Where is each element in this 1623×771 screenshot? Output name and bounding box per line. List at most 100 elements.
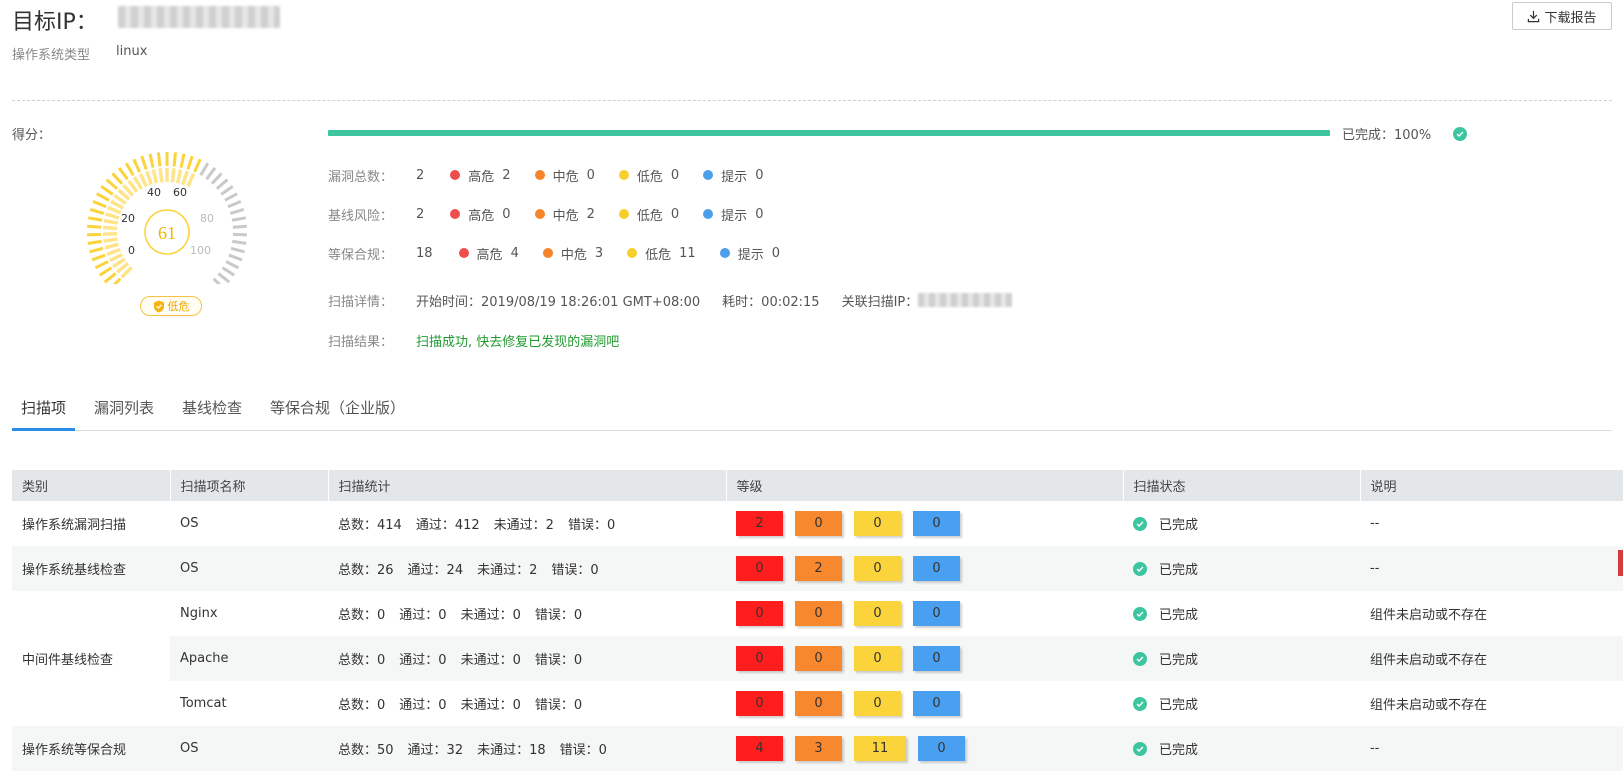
stat-value: 错误：0 [567,518,616,533]
cell-scan-status: 已完成 [1123,591,1360,636]
level-high-box: 0 [736,601,783,626]
cell-note: 组件未启动或不存在 [1370,698,1488,713]
baseline-risk-value: 2 [416,206,425,222]
shield-icon [153,300,164,312]
table-row: Tomcat 总数：0 通过：0 未通过：0 错误：0 0 0 0 0 已完成 组件未启动或不存在 [12,681,1623,726]
gauge-tick-mark [221,266,236,277]
col-scan-status: 扫描状态 [1123,470,1361,501]
scan-detail-label: 扫描详情： [328,294,394,310]
stat-value: 未通过：2 [493,518,554,533]
gauge-tick-mark [227,199,242,209]
vuln-low: 低危 0 [618,166,679,185]
gauge-tick-mark [229,208,245,215]
stat-value: 总数：0 [338,653,386,668]
os-type-label: 操作系统类型 [12,48,91,63]
progress-status: 已完成：100% [1342,124,1468,143]
cell-note: -- [1360,546,1623,591]
gauge-tick-mark [210,172,223,185]
level-low-box: 0 [854,556,901,581]
tab-compliance[interactable]: 等保合规（企业版） [261,396,414,428]
vuln-total-row: 漏洞总数： 2 高危 2 中危 0 低危 0 提示 0 [328,165,787,185]
score-value: 61 [158,223,176,243]
gauge-band-mark [215,242,230,250]
table-row: 操作系统等保合规 OS 总数：50 通过：32 未通过：18 错误：0 4 3 11 0 已完成 -- [12,726,1623,771]
scan-start-time: 开始时间：2019/08/19 18:26:01 GMT+08:00 [416,294,701,310]
gauge-tick-mark [215,178,229,190]
level-mid-box: 0 [795,511,842,536]
stat-value: 错误：0 [534,653,583,668]
gauge-tick-mark [132,158,141,173]
baseline-risk-row: 基线风险： 2 高危 0 中危 2 低危 0 提示 0 [328,204,787,224]
gauge-band-mark [216,237,231,243]
gauge-tick-mark [105,178,119,190]
compliance-row: 等保合规： 18 高危 4 中危 3 低危 11 提示 0 [328,243,804,263]
level-info-box: 0 [913,691,960,716]
gauge-tick-mark [87,239,102,245]
scan-result-text: 扫描成功, 快去修复已发现的漏洞吧 [416,334,620,350]
vuln-total-label: 漏洞总数： [328,169,394,185]
gauge-tick-60: 60 [173,186,187,199]
scan-progress-bar [328,130,1330,136]
tab-vuln-list[interactable]: 漏洞列表 [85,396,163,428]
gauge-tick-mark [92,199,107,209]
gauge-tick-mark [98,266,113,277]
cell-note: 组件未启动或不存在 [1360,636,1623,681]
col-level: 等级 [726,470,1124,501]
tab-baseline-check[interactable]: 基线检查 [173,396,251,428]
gauge-band-mark [104,242,119,250]
related-scan-ip-label: 关联扫描IP： [841,294,919,310]
compliance-label: 等保合规： [328,247,394,263]
report-tabs: 扫描项 漏洞列表 基线检查 等保合规（企业版） [12,396,1612,431]
stat-value: 通过：24 [407,563,464,578]
cell-scan-status: 已完成 [1123,726,1360,771]
level-high-box: 0 [736,646,783,671]
cell-scan-stats: 总数：26 通过：24 未通过：2 错误：0 [328,546,726,591]
table-row: 操作系统基线检查 OS 总数：26 通过：24 未通过：2 错误：0 0 2 0 0 已完成 -- [12,546,1623,591]
table-row: 中间件基线检查 Nginx 总数：0 通过：0 未通过：0 错误：0 0 0 0 0 已完成 组件未启… [12,591,1623,726]
gauge-tick-20: 20 [121,212,135,225]
gauge-band-mark [213,247,228,257]
gauge-tick-0: 0 [128,244,135,257]
download-report-button[interactable]: 下载报告 [1512,2,1612,30]
compliance-value: 18 [416,245,433,261]
gauge-tick-mark [232,224,247,229]
stat-value: 通过：412 [415,518,480,533]
gauge-tick-mark [88,216,103,222]
cell-scan-status: 已完成 [1123,501,1360,546]
scan-status-label: 已完成 [1159,698,1199,713]
col-scan-stats: 扫描统计 [328,470,727,501]
gauge-tick-40: 40 [147,186,161,199]
cell-level: 0000 [726,681,1123,726]
related-scan-ip-redacted [918,293,1013,307]
gauge-tick-mark [148,153,155,168]
level-info-box: 0 [918,736,965,761]
gauge-tick-mark [205,167,217,181]
check-circle-icon [1133,606,1147,621]
gauge-band-mark [216,225,231,231]
cell-category: 中间件基线检查 [12,591,170,726]
compliance-low: 低危 11 [627,244,696,263]
gauge-band-mark [105,212,120,220]
gauge-tick-mark [156,152,162,167]
side-scroll-marker[interactable] [1618,550,1623,576]
section-divider [12,100,1612,101]
stat-value: 总数：0 [338,608,386,623]
gauge-tick-mark [232,239,247,245]
gauge-tick-mark [179,153,186,168]
scan-result-label: 扫描结果： [328,334,394,350]
stat-value: 总数：0 [338,698,386,713]
cell-item-name: OS [170,726,328,771]
cell-item-name: Tomcat [180,696,227,711]
os-type-value: linux [116,44,148,59]
cell-level: 2000 [726,501,1123,546]
stat-value: 通过：0 [399,653,447,668]
level-info-box: 0 [913,556,960,581]
stat-value: 未通过：18 [477,743,546,758]
gauge-band-mark [214,212,229,220]
check-circle-icon [1453,126,1468,141]
cell-item-name: OS [170,546,328,591]
gauge-tick-mark [94,260,109,270]
tab-scan-items[interactable]: 扫描项 [12,396,76,431]
stat-value: 未通过：0 [460,698,521,713]
gauge-tick-80: 80 [200,212,214,225]
